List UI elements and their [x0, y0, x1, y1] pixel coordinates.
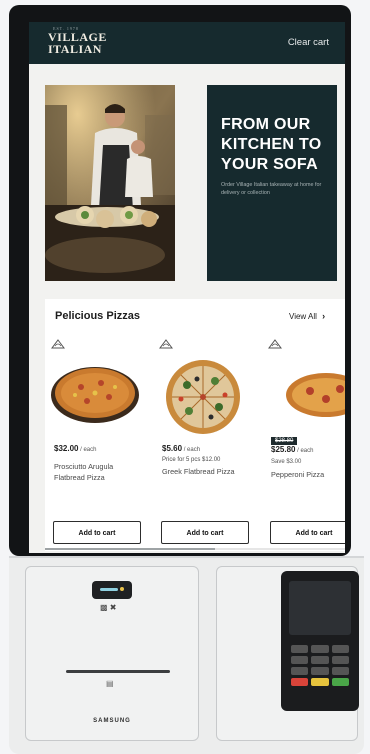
- chevron-right-icon: ›: [322, 311, 326, 321]
- product-card[interactable]: $28.80 $25.80 / each Save $3.00 Pepperon…: [262, 339, 345, 544]
- vegetarian-icon: [51, 339, 65, 349]
- clear-cart-button[interactable]: Clear cart: [288, 37, 329, 48]
- pizza-image: [51, 367, 139, 423]
- hero-promo-panel: FROM OUR KITCHEN TO YOUR SOFA Order Vill…: [207, 85, 337, 281]
- receipt-printer-panel: ▩ ✖ ▤ SAMSUNG: [25, 566, 199, 741]
- nfc-icon: ▩ ✖: [100, 603, 117, 612]
- view-all-label: View All: [289, 312, 317, 321]
- product-save: Save $3.00: [271, 459, 302, 465]
- brand-label: SAMSUNG: [93, 718, 131, 724]
- card-reader-panel: [216, 566, 359, 741]
- terminal-screen: [289, 581, 351, 635]
- pizza-carousel: Pelicious Pizzas View All › $32.00 / eac…: [45, 299, 345, 551]
- add-to-cart-button[interactable]: Add to cart: [270, 521, 345, 544]
- add-to-cart-button[interactable]: Add to cart: [53, 521, 141, 544]
- hero-subtitle: Order Village Italian takeaway at home f…: [221, 182, 322, 196]
- product-card[interactable]: $5.60 / each Price for 5 pcs $12.00 Gree…: [153, 339, 253, 544]
- product-name: Pepperoni Pizza: [271, 470, 325, 479]
- hero-title: FROM OUR KITCHEN TO YOUR SOFA: [221, 116, 322, 173]
- product-old-price: $28.80: [271, 435, 298, 445]
- receipt-slot: [66, 670, 170, 673]
- vegetarian-icon: [159, 339, 173, 349]
- product-price: $25.80 / each: [271, 445, 314, 454]
- receipt-icon: ▤: [106, 679, 114, 688]
- scanner-window: [92, 581, 132, 599]
- product-name: Prosciutto Arugula Flatbread Pizza: [54, 462, 114, 482]
- kiosk-base: ▩ ✖ ▤ SAMSUNG: [9, 556, 364, 754]
- payment-terminal[interactable]: [281, 571, 359, 711]
- product-price: $32.00 / each: [54, 444, 97, 453]
- carousel-scrollbar-thumb[interactable]: [45, 548, 215, 550]
- section-title: Pelicious Pizzas: [55, 310, 140, 322]
- pizza-image: [166, 360, 240, 434]
- kiosk-screen: EST. 1978 VILLAGE ITALIAN Clear cart FRO…: [29, 22, 345, 553]
- pizza-image: [286, 373, 345, 417]
- logo-line-2: ITALIAN: [48, 42, 102, 56]
- vegetarian-icon: [268, 339, 282, 349]
- hero-kitchen-photo: [45, 85, 175, 281]
- product-multi-price: Price for 5 pcs $12.00: [162, 457, 221, 463]
- kiosk-frame: EST. 1978 VILLAGE ITALIAN Clear cart FRO…: [9, 5, 351, 556]
- product-price: $5.60 / each: [162, 444, 201, 453]
- product-name: Greek Flatbread Pizza: [162, 467, 235, 476]
- app-header: EST. 1978 VILLAGE ITALIAN Clear cart: [29, 22, 345, 64]
- view-all-link[interactable]: View All ›: [289, 311, 325, 321]
- product-card[interactable]: $32.00 / each Prosciutto Arugula Flatbre…: [45, 339, 145, 544]
- add-to-cart-button[interactable]: Add to cart: [161, 521, 249, 544]
